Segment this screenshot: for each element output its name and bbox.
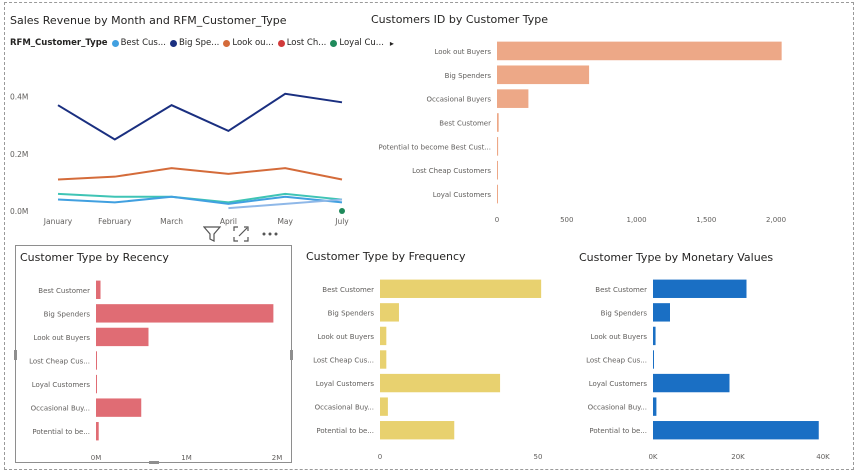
x-tick-label: 2M <box>272 454 283 462</box>
bar <box>380 326 387 346</box>
x-tick-label: May <box>277 217 293 226</box>
category-label: Loyal Customers <box>316 380 375 388</box>
bar <box>497 184 498 204</box>
bar <box>653 279 747 298</box>
customer-type-by-frequency-bar-chart[interactable]: Customer Type by Frequency Best Customer… <box>302 245 567 463</box>
x-tick-label: 0 <box>378 453 382 461</box>
resize-handle-bottom[interactable] <box>149 461 159 464</box>
category-label: Best Customer <box>595 286 647 294</box>
bar <box>497 137 499 156</box>
bar-plot-area: Best Customer Big Spenders Look out Buyers… <box>586 279 830 461</box>
x-tick-label: 0 <box>495 216 499 224</box>
bar <box>96 327 149 347</box>
category-label: Lost Cheap Customers <box>412 167 491 175</box>
category-label: Occasional Buy... <box>588 404 647 412</box>
category-label: Potential to be... <box>589 427 647 435</box>
customer-type-by-monetary-bar-chart[interactable]: Customer Type by Monetary Values Best Cu… <box>575 245 845 463</box>
bar <box>96 398 142 417</box>
category-label: Occasional Buy... <box>31 405 90 413</box>
more-options-icon[interactable] <box>261 231 279 237</box>
bar <box>653 303 670 322</box>
series-point <box>339 208 345 214</box>
bar <box>96 280 101 299</box>
bar-plot-area: Best Customer Big Spenders Look out Buyers… <box>29 280 283 462</box>
bar <box>380 279 542 298</box>
category-label: Occasional Buy... <box>315 404 374 412</box>
visual-header-toolbar <box>203 226 279 242</box>
category-label: Look out Buyers <box>434 48 491 56</box>
line-plot-area: 0.4M 0.2M 0.0M January February March April May… <box>10 92 349 226</box>
customer-type-by-recency-bar-chart[interactable]: Customer Type by Recency Best Customer Bi… <box>14 245 293 464</box>
bar <box>380 350 387 369</box>
x-tick-label: 0M <box>91 454 102 462</box>
bar <box>380 373 501 393</box>
y-tick-label: 0.2M <box>10 150 28 159</box>
customers-by-type-bar-chart[interactable]: Customers ID by Customer Type Look out B… <box>371 8 831 230</box>
category-label: Best Customer <box>439 120 491 128</box>
bar <box>96 374 97 394</box>
category-label: Look out Buyers <box>317 333 374 341</box>
category-label: Big Spenders <box>601 309 648 317</box>
x-tick-label: March <box>160 217 183 226</box>
resize-handle-right[interactable] <box>290 350 293 360</box>
bar <box>96 304 274 323</box>
bar <box>497 113 499 132</box>
x-tick-label: 1M <box>181 454 192 462</box>
bar <box>380 303 399 322</box>
x-tick-label: 40K <box>816 453 830 461</box>
bar-plot-area: Best Customer Big Spenders Look out Buyers… <box>313 279 543 461</box>
bar <box>96 351 97 370</box>
category-label: Lost Cheap Cus... <box>313 357 374 365</box>
bar <box>653 350 654 369</box>
bar <box>497 89 529 108</box>
y-tick-label: 0.4M <box>10 93 28 102</box>
series-line <box>57 92 343 141</box>
x-tick-label: 500 <box>560 216 573 224</box>
bar <box>497 41 782 61</box>
bar <box>653 373 730 393</box>
category-label: Potential to be... <box>316 427 374 435</box>
category-label: Big Spenders <box>328 309 375 317</box>
category-label: Best Customer <box>38 287 90 295</box>
bar <box>497 65 590 85</box>
x-tick-label: 20K <box>731 453 745 461</box>
x-tick-label: 1,500 <box>696 216 716 224</box>
bar <box>96 422 99 441</box>
bar <box>380 421 455 440</box>
bar <box>653 397 657 416</box>
category-label: Big Spenders <box>445 72 492 80</box>
category-label: Loyal Customers <box>433 191 492 199</box>
category-label: Look out Buyers <box>590 333 647 341</box>
x-tick-label: 1,000 <box>627 216 647 224</box>
sales-revenue-line-chart[interactable]: Sales Revenue by Month and RFM_Customer_… <box>10 8 394 230</box>
category-label: Big Spenders <box>44 310 91 318</box>
x-tick-label: July <box>334 217 349 226</box>
series-line <box>57 167 343 181</box>
x-tick-label: 0K <box>648 453 657 461</box>
category-label: Best Customer <box>322 286 374 294</box>
category-label: Lost Cheap Cus... <box>29 358 90 366</box>
focus-mode-icon[interactable] <box>233 226 249 242</box>
category-label: Loyal Customers <box>589 380 648 388</box>
x-tick-label: February <box>98 217 132 226</box>
bar <box>497 160 498 180</box>
filter-icon[interactable] <box>203 226 221 242</box>
resize-handle-left[interactable] <box>14 350 17 360</box>
x-tick-label: January <box>43 217 73 226</box>
x-tick-label: 2,000 <box>766 216 786 224</box>
bar <box>380 397 388 416</box>
bar-plot-area: Look out Buyers Big Spenders Occasional Bu… <box>379 41 786 224</box>
category-label: Look out Buyers <box>33 334 90 342</box>
category-label: Occasional Buyers <box>427 96 492 104</box>
bar <box>653 421 819 440</box>
x-tick-label: 50 <box>534 453 543 461</box>
bar <box>653 326 656 346</box>
y-tick-label: 0.0M <box>10 207 28 216</box>
category-label: Loyal Customers <box>32 381 91 389</box>
category-label: Lost Cheap Cus... <box>586 357 647 365</box>
category-label: Potential to be... <box>32 428 90 436</box>
category-label: Potential to become Best Cust... <box>379 143 492 151</box>
x-tick-label: April <box>220 217 237 226</box>
